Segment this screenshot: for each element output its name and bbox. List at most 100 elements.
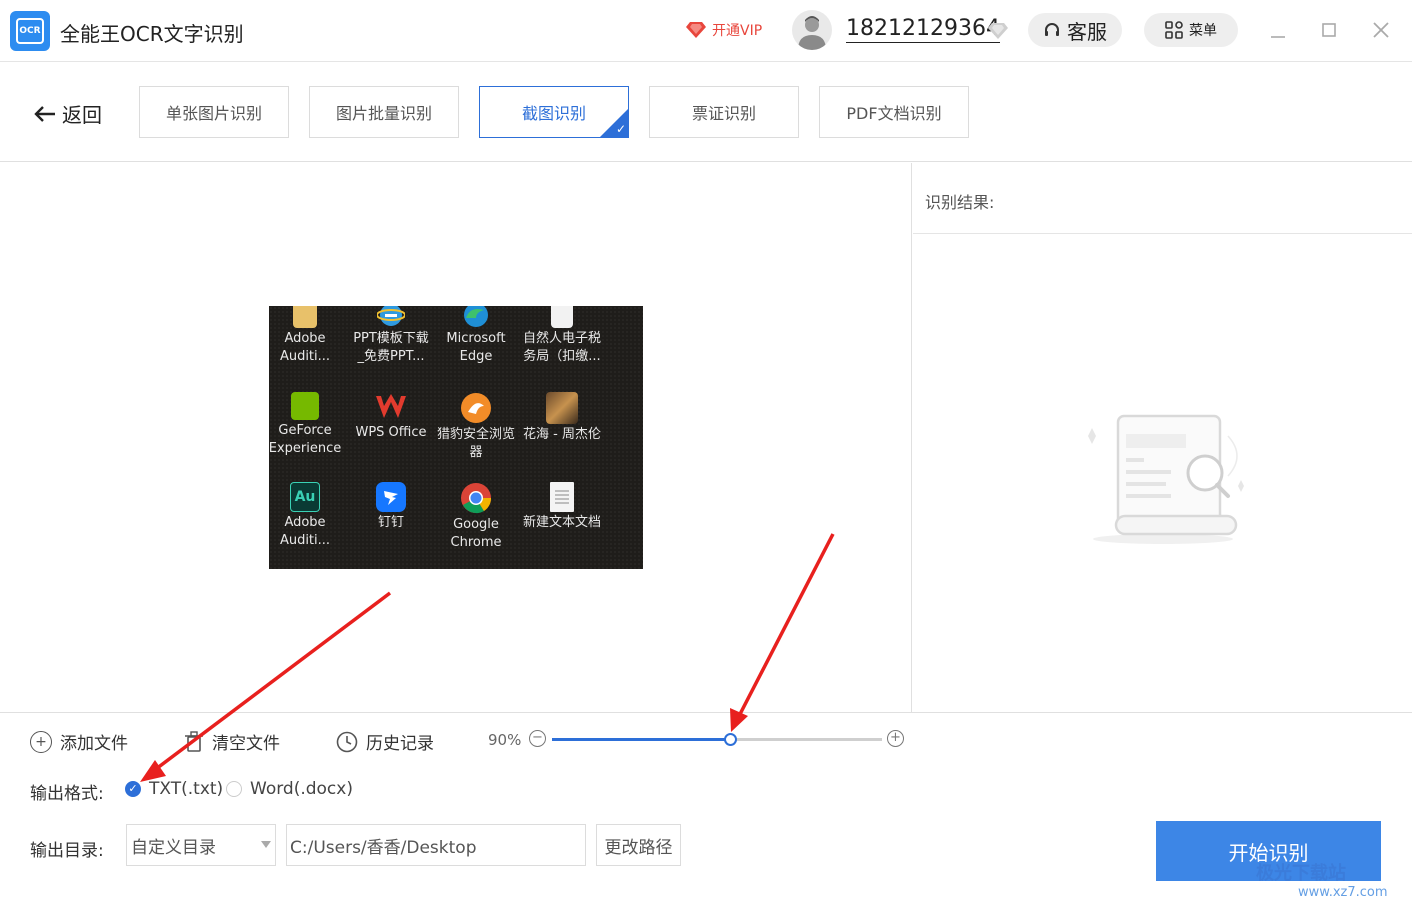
minimize-icon: [1271, 36, 1285, 38]
vip-link[interactable]: 开通VIP: [686, 20, 762, 40]
zoom-slider[interactable]: [552, 733, 882, 746]
check-icon: ✓: [125, 781, 141, 797]
customer-service-button[interactable]: 客服: [1028, 13, 1122, 47]
avatar[interactable]: [792, 10, 832, 50]
plus-icon: +: [890, 730, 901, 745]
change-path-button[interactable]: 更改路径: [596, 824, 681, 866]
history-label: 历史记录: [366, 734, 434, 754]
desktop-icon: Google Chrome: [433, 482, 519, 552]
menu-button[interactable]: 菜单: [1144, 13, 1238, 47]
zoom-out-button[interactable]: −: [529, 730, 546, 747]
service-label: 客服: [1067, 19, 1107, 44]
empty-result-illustration: [1088, 414, 1244, 544]
menu-label: 菜单: [1189, 23, 1217, 39]
chevron-down-icon: [261, 841, 271, 848]
desktop-icon: 花海 - 周杰伦: [519, 392, 605, 444]
desktop-icon: Adobe Auditi...: [269, 306, 348, 366]
clear-files-button[interactable]: 清空文件: [184, 729, 280, 754]
output-path-input[interactable]: [286, 824, 586, 866]
desktop-icon-label: 自然人电子税 务局（扣缴...: [522, 331, 601, 364]
dingtalk-icon: [376, 482, 406, 512]
user-avatar-icon: [798, 16, 826, 50]
tab-certificate[interactable]: 票证识别: [649, 86, 799, 138]
zoom-level: 90%: [488, 731, 522, 749]
check-icon: ✓: [615, 122, 626, 136]
format-word-radio[interactable]: Word(.docx): [226, 779, 353, 799]
headset-icon: [1045, 23, 1059, 36]
output-format-label: 输出格式:: [30, 784, 104, 804]
desktop-icon: 钉钉: [348, 482, 434, 532]
wps-icon: [374, 392, 408, 422]
diamond-gray-icon: [988, 23, 1008, 39]
maximize-icon: [1322, 23, 1336, 37]
app-title: 全能王OCR文字识别: [60, 22, 244, 46]
folder-icon: [293, 306, 317, 328]
desktop-icon-label: PPT模板下载 _免费PPT...: [353, 331, 429, 364]
plus-circle-icon: +: [30, 730, 52, 753]
ie-icon: [376, 306, 406, 328]
tab-single-image[interactable]: 单张图片识别: [139, 86, 289, 138]
tab-label: 单张图片识别: [165, 104, 262, 123]
desktop-icon-label: 猎豹安全浏览 器: [436, 427, 515, 460]
mode-tab-row: 返回 单张图片识别 图片批量识别 截图识别 ✓ 票证识别 PDF文档识别: [0, 62, 1412, 162]
result-label: 识别结果:: [925, 193, 995, 212]
tab-pdf[interactable]: PDF文档识别: [819, 86, 969, 138]
diamond-icon: [686, 22, 706, 38]
format-txt-radio[interactable]: ✓ TXT(.txt): [125, 779, 223, 799]
watermark-text: 极光下载站: [1256, 863, 1346, 884]
clock-icon: [336, 731, 358, 752]
trash-icon: [185, 730, 203, 752]
desktop-icon-label: WPS Office: [355, 425, 427, 440]
close-button[interactable]: [1369, 18, 1393, 42]
output-dir-select[interactable]: 自定义目录: [126, 824, 276, 866]
desktop-icon-label: 新建文本文档: [522, 515, 601, 530]
nvidia-icon: [291, 392, 319, 420]
add-file-button[interactable]: + 添加文件: [30, 729, 128, 754]
tab-label: 票证识别: [691, 104, 756, 123]
screenshot-preview[interactable]: Adobe Auditi... PPT模板下载 _免费PPT... Micros…: [269, 306, 643, 569]
radio-empty-icon: [226, 781, 242, 797]
zoom-slider-thumb[interactable]: [724, 733, 738, 746]
app-logo: OCR: [10, 11, 50, 51]
desktop-icon: 猎豹安全浏览 器: [433, 392, 519, 462]
desktop-icon-label: Adobe Auditi...: [279, 331, 331, 364]
watermark-url: www.xz7.com: [1298, 885, 1388, 900]
grid-menu-icon: [1165, 21, 1183, 39]
chrome-icon: [460, 482, 492, 514]
desktop-icon: 新建文本文档: [519, 482, 605, 532]
title-bar: OCR 全能王OCR文字识别 开通VIP 18212129364 客服 菜单: [0, 0, 1412, 62]
desktop-icon: PPT模板下载 _免费PPT...: [348, 306, 434, 366]
history-button[interactable]: 历史记录: [336, 729, 434, 754]
logo-text: OCR: [16, 18, 44, 44]
desktop-icon-label: Microsoft Edge: [446, 331, 506, 364]
tab-screenshot[interactable]: 截图识别 ✓: [479, 86, 629, 138]
back-button[interactable]: 返回: [34, 99, 102, 128]
tab-label: 图片批量识别: [335, 104, 432, 123]
result-panel: 识别结果:: [913, 163, 1412, 712]
zoom-in-button[interactable]: +: [887, 730, 904, 747]
desktop-icon: WPS Office: [348, 392, 434, 442]
music-icon: [546, 392, 578, 424]
text-file-icon: [550, 482, 574, 512]
back-label: 返回: [62, 103, 102, 127]
tab-batch-images[interactable]: 图片批量识别: [309, 86, 459, 138]
close-icon: [1373, 22, 1389, 38]
vip-label: 开通VIP: [712, 23, 763, 39]
desktop-icon: Au Adobe Auditi...: [269, 482, 348, 550]
desktop-icon-label: Adobe Auditi...: [279, 515, 331, 548]
format-word-label: Word(.docx): [250, 779, 353, 799]
minimize-button[interactable]: [1266, 18, 1290, 42]
format-txt-label: TXT(.txt): [149, 779, 224, 799]
maximize-button[interactable]: [1317, 18, 1341, 42]
minus-icon: −: [532, 730, 543, 745]
desktop-icon: GeForce Experience: [269, 392, 348, 458]
output-dir-label: 输出目录:: [30, 841, 104, 861]
arrow-left-icon: [34, 105, 55, 122]
desktop-icon-label: 钉钉: [377, 515, 404, 530]
desktop-icon-label: GeForce Experience: [269, 423, 342, 456]
clear-file-label: 清空文件: [212, 734, 280, 754]
zoom-slider-fill: [552, 738, 731, 741]
desktop-icon: Microsoft Edge: [433, 306, 519, 366]
account-phone[interactable]: 18212129364: [846, 16, 1000, 43]
tab-label: PDF文档识别: [846, 104, 942, 123]
